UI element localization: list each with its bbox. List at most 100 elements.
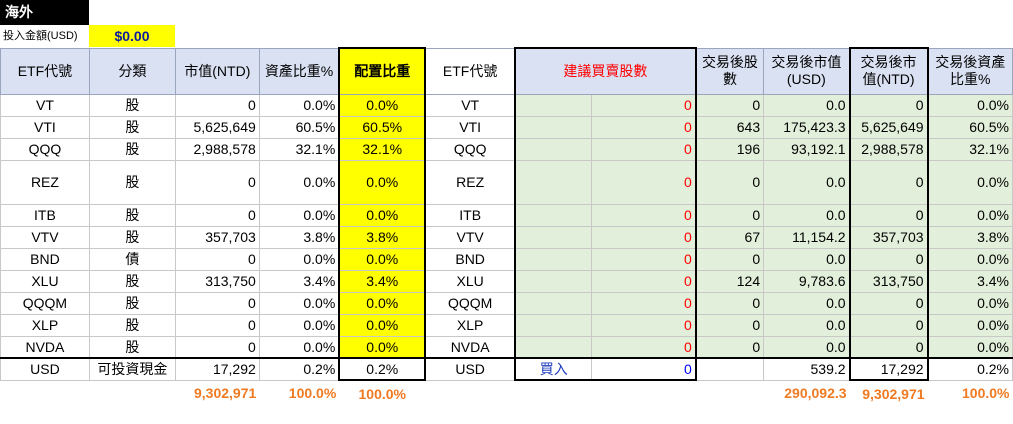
cell-market-value[interactable]: 0 [174, 93, 260, 117]
cell-suggest-shares[interactable]: 0 [591, 225, 697, 249]
cell-after-ratio[interactable]: 3.8% [927, 225, 1013, 249]
cell-after-ratio[interactable]: 0.0% [927, 159, 1013, 205]
cell-after-usd[interactable]: 175,423.3 [763, 115, 851, 139]
cell-after-shares[interactable]: 196 [695, 137, 765, 161]
cell-suggest-shares[interactable]: 0 [591, 357, 697, 381]
cell-action[interactable] [514, 93, 593, 117]
col-header-after-ratio[interactable]: 交易後資產比重% [927, 47, 1013, 95]
cell-after-shares[interactable]: 0 [695, 313, 765, 337]
cell-after-shares[interactable]: 0 [695, 291, 765, 315]
cell-allocation[interactable]: 32.1% [338, 137, 427, 161]
cell-after-usd[interactable]: 11,154.2 [763, 225, 851, 249]
cell-action[interactable]: 買入 [514, 357, 593, 381]
cell-after-ntd[interactable]: 2,988,578 [848, 137, 929, 161]
cell-category[interactable]: 股 [88, 93, 176, 117]
cell-after-ntd[interactable]: 5,625,649 [848, 115, 929, 139]
cell-market-value[interactable]: 5,625,649 [174, 115, 260, 139]
cell-after-ratio[interactable]: 32.1% [927, 137, 1013, 161]
col-header-code-2[interactable]: ETF代號 [424, 47, 516, 95]
cell-action[interactable] [514, 335, 593, 359]
cell-action[interactable] [514, 269, 593, 293]
cell-suggest-shares[interactable]: 0 [591, 137, 697, 161]
cell-asset-ratio[interactable]: 0.0% [258, 247, 340, 271]
cell-etf-code-2[interactable]: NVDA [424, 335, 516, 359]
cell-category[interactable]: 股 [88, 313, 176, 337]
cell-etf-code-2[interactable]: VTI [424, 115, 516, 139]
cell-etf-code[interactable]: QQQ [0, 137, 90, 161]
cell-allocation[interactable]: 3.4% [338, 269, 427, 293]
cell-after-shares[interactable]: 0 [695, 335, 765, 359]
cell-etf-code[interactable]: NVDA [0, 335, 90, 359]
cell-asset-ratio[interactable]: 0.0% [258, 93, 340, 117]
cell-etf-code-2[interactable]: REZ [424, 159, 516, 205]
cell-after-shares[interactable]: 0 [695, 203, 765, 227]
cell-etf-code[interactable]: REZ [0, 159, 90, 205]
cell-asset-ratio[interactable]: 0.0% [258, 291, 340, 315]
cell-after-ntd[interactable]: 313,750 [848, 269, 929, 293]
cell-asset-ratio[interactable]: 32.1% [258, 137, 340, 161]
col-header-after-shares[interactable]: 交易後股數 [695, 47, 765, 95]
cell-asset-ratio[interactable]: 0.0% [258, 203, 340, 227]
cell-after-usd[interactable]: 0.0 [763, 203, 851, 227]
col-header-market-value[interactable]: 市值(NTD) [174, 47, 260, 95]
cell-etf-code-2[interactable]: QQQM [424, 291, 516, 315]
cell-etf-code-2[interactable]: XLU [424, 269, 516, 293]
cell-etf-code-2[interactable]: XLP [424, 313, 516, 337]
cell-asset-ratio[interactable]: 3.8% [258, 225, 340, 249]
col-header-asset-ratio[interactable]: 資產比重% [258, 47, 340, 95]
cell-asset-ratio[interactable]: 0.0% [258, 313, 340, 337]
cell-etf-code-2[interactable]: QQQ [424, 137, 516, 161]
col-header-category[interactable]: 分類 [88, 47, 176, 95]
cell-suggest-shares[interactable]: 0 [591, 247, 697, 271]
cell-category[interactable]: 股 [88, 115, 176, 139]
cell-asset-ratio[interactable]: 0.2% [258, 357, 340, 381]
cell-after-ntd[interactable]: 357,703 [848, 225, 929, 249]
cell-suggest-shares[interactable]: 0 [591, 269, 697, 293]
cell-after-usd[interactable]: 0.0 [763, 93, 851, 117]
cell-after-ntd[interactable]: 0 [848, 313, 929, 337]
cell-market-value[interactable]: 357,703 [174, 225, 260, 249]
cell-after-usd[interactable]: 0.0 [763, 313, 851, 337]
col-header-code[interactable]: ETF代號 [0, 47, 90, 95]
cell-after-ntd[interactable]: 0 [848, 203, 929, 227]
cell-after-usd[interactable]: 539.2 [763, 357, 851, 381]
cell-market-value[interactable]: 0 [174, 335, 260, 359]
cell-after-usd[interactable]: 0.0 [763, 159, 851, 205]
cell-allocation[interactable]: 0.0% [338, 159, 427, 205]
cell-allocation[interactable]: 0.0% [338, 313, 427, 337]
cell-suggest-shares[interactable]: 0 [591, 335, 697, 359]
cell-category[interactable]: 股 [88, 225, 176, 249]
cell-allocation[interactable]: 60.5% [338, 115, 427, 139]
cell-after-ratio[interactable]: 0.2% [927, 357, 1013, 381]
cell-suggest-shares[interactable]: 0 [591, 291, 697, 315]
cell-after-ratio[interactable]: 0.0% [927, 247, 1013, 271]
cell-category[interactable]: 可投資現金 [88, 357, 176, 381]
cell-after-usd[interactable]: 93,192.1 [763, 137, 851, 161]
cell-etf-code[interactable]: ITB [0, 203, 90, 227]
cell-allocation[interactable]: 0.0% [338, 93, 427, 117]
col-header-suggest-shares[interactable]: 建議買賣股數 [514, 47, 697, 95]
cell-etf-code[interactable]: XLP [0, 313, 90, 337]
cell-category[interactable]: 股 [88, 269, 176, 293]
cell-etf-code[interactable]: BND [0, 247, 90, 271]
cell-after-ratio[interactable]: 0.0% [927, 203, 1013, 227]
cell-category[interactable]: 股 [88, 203, 176, 227]
cell-category[interactable]: 股 [88, 335, 176, 359]
cell-after-ratio[interactable]: 3.4% [927, 269, 1013, 293]
cell-suggest-shares[interactable]: 0 [591, 313, 697, 337]
cell-after-usd[interactable]: 0.0 [763, 247, 851, 271]
cell-etf-code[interactable]: QQQM [0, 291, 90, 315]
col-header-allocation[interactable]: 配置比重 [338, 47, 427, 95]
cell-action[interactable] [514, 291, 593, 315]
cell-etf-code-2[interactable]: VT [424, 93, 516, 117]
cell-allocation[interactable]: 0.0% [338, 247, 427, 271]
cell-market-value[interactable]: 0 [174, 313, 260, 337]
cell-etf-code[interactable]: VTV [0, 225, 90, 249]
cell-allocation[interactable]: 0.0% [338, 335, 427, 359]
cell-market-value[interactable]: 0 [174, 203, 260, 227]
cell-market-value[interactable]: 2,988,578 [174, 137, 260, 161]
cell-after-ntd[interactable]: 0 [848, 247, 929, 271]
cell-etf-code[interactable]: USD [0, 357, 90, 381]
cell-after-usd[interactable]: 0.0 [763, 291, 851, 315]
cell-category[interactable]: 債 [88, 247, 176, 271]
